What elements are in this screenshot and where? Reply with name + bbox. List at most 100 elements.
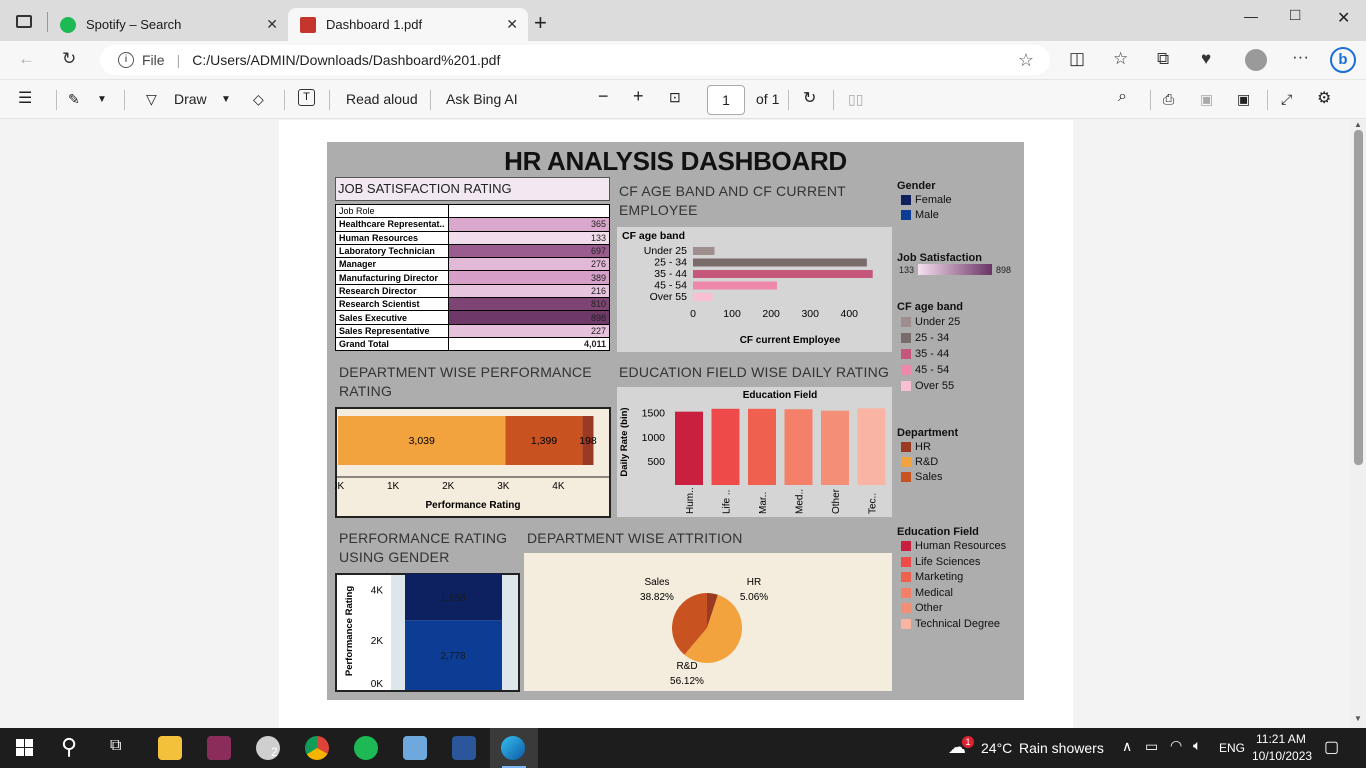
chrome-icon[interactable] — [305, 736, 329, 760]
word-icon[interactable] — [452, 736, 476, 760]
weather-text[interactable]: Rain showers — [1019, 740, 1104, 756]
back-icon[interactable]: ← — [18, 49, 35, 69]
legend-swatch — [901, 618, 911, 629]
winrar-icon[interactable] — [207, 736, 231, 760]
department-legend-item: Sales — [901, 471, 943, 483]
tab-spotify[interactable]: Spotify – Search ✕ — [48, 8, 288, 41]
attrition-title: DEPARTMENT WISE ATTRITION — [527, 530, 743, 546]
gender-data-label: 1,858 — [440, 593, 465, 604]
bing-copilot-icon[interactable]: b — [1330, 47, 1356, 73]
split-screen-icon[interactable]: ◫ — [1069, 49, 1085, 69]
separator — [284, 90, 285, 110]
page-number-input[interactable]: 1 — [707, 85, 745, 115]
new-tab-button[interactable]: + — [534, 10, 547, 36]
pdf-viewer[interactable]: HR ANALYSIS DASHBOARD JOB SATISFACTION R… — [0, 120, 1350, 728]
more-icon[interactable]: ··· — [1292, 47, 1309, 67]
settings-gear-icon[interactable]: ⚙ — [1317, 88, 1331, 108]
legend-label: Sales — [915, 471, 943, 483]
contents-icon[interactable]: ☰ — [18, 88, 32, 108]
performance-icon[interactable]: ♥ — [1201, 49, 1211, 69]
volume-icon[interactable]: 🔈︎ — [1193, 737, 1201, 754]
tab-title: Spotify – Search — [86, 17, 182, 32]
snipping-tool-icon[interactable] — [403, 736, 427, 760]
zoom-in-icon[interactable]: + — [633, 86, 644, 107]
zoom-out-icon[interactable]: − — [598, 86, 609, 107]
vertical-scrollbar[interactable]: ▲ ▼ — [1350, 120, 1366, 728]
age-band-bar — [693, 270, 873, 278]
start-windows-icon[interactable] — [16, 739, 33, 756]
legend-label: Life Sciences — [915, 555, 981, 568]
collections-icon[interactable]: ⧉ — [1157, 49, 1169, 69]
search-icon[interactable]: ⌕ — [1118, 88, 1127, 106]
close-icon[interactable]: ✕ — [266, 16, 278, 33]
legend-label: 45 - 54 — [915, 364, 950, 376]
header-cell — [448, 203, 610, 219]
perf-gender-title-line1: PERFORMANCE RATING — [339, 530, 508, 546]
save-icon[interactable]: ▣ — [1200, 91, 1213, 108]
minimize-icon[interactable]: — — [1244, 8, 1258, 24]
wifi-icon[interactable]: ◠ — [1170, 737, 1182, 754]
url-prefix: File — [142, 52, 165, 68]
y-tick-label: 1500 — [642, 408, 666, 420]
job-satisfaction-value: 276 — [448, 257, 610, 272]
pie-label-value: 5.06% — [740, 592, 768, 603]
refresh-icon[interactable]: ↻ — [62, 49, 76, 69]
text-box-icon[interactable]: T — [298, 89, 315, 106]
x-tick-label: Life .. — [722, 490, 733, 514]
maximize-icon[interactable]: □ — [1290, 5, 1300, 25]
language-indicator[interactable]: ENG — [1219, 741, 1245, 755]
edge-icon[interactable] — [501, 736, 525, 760]
ask-bing-button[interactable]: Ask Bing AI — [446, 91, 518, 107]
scroll-up-icon[interactable]: ▲ — [1354, 120, 1362, 129]
x-tick-label: 1K — [387, 481, 400, 492]
separator — [833, 90, 834, 110]
draw-icon[interactable]: ▽ — [146, 91, 157, 108]
job-role-cell: Research Director — [335, 283, 449, 299]
legend-swatch — [901, 472, 911, 482]
favorites-icon[interactable]: ☆ — [1113, 49, 1128, 69]
age-band-legend-item: 45 - 54 — [901, 364, 949, 376]
scrollbar-thumb[interactable] — [1354, 130, 1363, 465]
read-aloud-button[interactable]: Read aloud — [346, 91, 418, 107]
dept-perf-xlabel: Performance Rating — [425, 500, 520, 511]
edu-daily-top-label: Education Field — [743, 390, 817, 401]
weather-temp[interactable]: 24°C — [981, 740, 1012, 756]
cf-age-xlabel: CF current Employee — [740, 335, 841, 346]
spotify-icon[interactable] — [354, 736, 378, 760]
pie-label-value: 38.82% — [640, 592, 674, 603]
total-label: Grand Total — [335, 336, 449, 352]
file-explorer-icon[interactable] — [158, 736, 182, 760]
close-window-icon[interactable]: ✕ — [1337, 8, 1350, 28]
profile-avatar[interactable] — [1245, 49, 1267, 71]
fit-page-icon[interactable]: ⊡ — [669, 89, 681, 106]
eraser-icon[interactable]: ◇ — [253, 91, 264, 108]
notifications-icon[interactable]: ▢ — [1324, 737, 1339, 757]
job-role-cell: Human Resources — [335, 230, 449, 245]
x-tick-label: 100 — [723, 308, 741, 320]
rotate-icon[interactable]: ↻ — [803, 88, 816, 108]
favorite-star-icon[interactable]: ☆ — [1018, 50, 1034, 71]
chevron-down-icon[interactable]: ▼ — [221, 94, 231, 105]
fullscreen-icon[interactable]: ⤢ — [1281, 91, 1292, 108]
print-icon[interactable]: ⎙ — [1163, 91, 1174, 108]
dept-perf-chart: 3,039 1,399 198 0K 1K 2K 3K 4K Performance Rati… — [335, 407, 611, 518]
total-value: 4,011 — [448, 336, 610, 352]
clock-time[interactable]: 11:21 AM — [1256, 732, 1306, 746]
chevron-up-icon[interactable]: ∧ — [1122, 738, 1132, 755]
search-icon[interactable]: ⚲ — [61, 734, 77, 760]
battery-icon[interactable]: ▭ — [1145, 738, 1158, 755]
task-view-icon[interactable]: ⧉ — [110, 737, 121, 755]
chevron-down-icon[interactable]: ▼ — [97, 94, 107, 105]
close-icon[interactable]: ✕ — [506, 16, 518, 33]
clock-date[interactable]: 10/10/2023 — [1252, 749, 1312, 763]
tab-actions-icon[interactable] — [16, 15, 32, 28]
pie-label-name: R&D — [676, 661, 697, 672]
highlight-icon[interactable]: ✎ — [68, 91, 80, 108]
x-tick-label: Hum.. — [685, 487, 696, 514]
draw-button[interactable]: Draw — [174, 91, 207, 107]
save-as-icon[interactable]: ▣ — [1237, 91, 1250, 108]
page-view-icon[interactable]: ▯▯ — [848, 91, 863, 108]
tab-dashboard-pdf[interactable]: Dashboard 1.pdf ✕ — [288, 8, 528, 41]
url-bar[interactable]: i File | C:/Users/ADMIN/Downloads/Dashbo… — [100, 45, 1050, 75]
scroll-down-icon[interactable]: ▼ — [1354, 714, 1362, 723]
